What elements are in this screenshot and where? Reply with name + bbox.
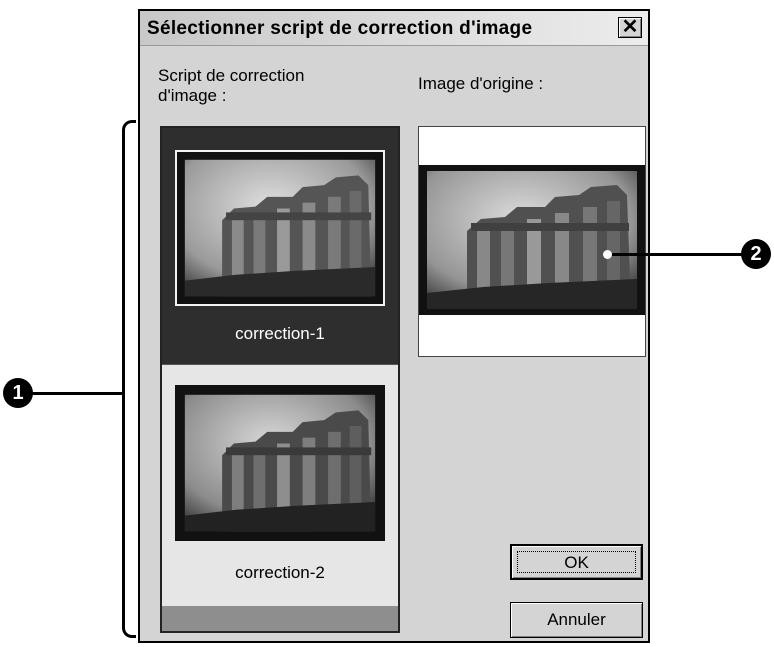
script-list-label: Script de correction d'image : (158, 66, 305, 105)
script-item-label: correction-2 (235, 563, 325, 582)
list-empty-area (162, 606, 398, 631)
script-item-correction-2[interactable]: correction-2 (162, 364, 398, 608)
callout-2-pointer-dot (603, 250, 612, 259)
dialog-title: Sélectionner script de correction d'imag… (147, 18, 533, 39)
script-item-correction-1[interactable]: correction-1 (162, 128, 398, 364)
title-bar[interactable]: Sélectionner script de correction d'imag… (140, 11, 648, 46)
callout-1-badge: 1 (3, 378, 33, 408)
script-thumbnail (175, 150, 385, 306)
list-callout-bracket (122, 120, 136, 638)
ok-button-label: OK (564, 553, 589, 572)
close-button[interactable]: ✕ (618, 17, 642, 38)
script-item-label: correction-1 (235, 324, 325, 343)
select-correction-script-dialog: Sélectionner script de correction d'imag… (138, 9, 650, 643)
cancel-button-label: Annuler (547, 610, 606, 629)
callout-1-leader-line (30, 392, 124, 395)
original-photo (419, 165, 645, 315)
close-icon: ✕ (621, 16, 639, 38)
original-image-preview (418, 126, 646, 357)
callout-2-leader-line (608, 253, 742, 256)
ok-button[interactable]: OK (510, 544, 643, 580)
cancel-button[interactable]: Annuler (510, 602, 643, 638)
script-list[interactable]: correction-1 correction-2 (160, 126, 400, 633)
callout-2-badge: 2 (741, 239, 771, 269)
script-thumbnail (175, 385, 385, 541)
original-image-label: Image d'origine : (418, 74, 544, 93)
